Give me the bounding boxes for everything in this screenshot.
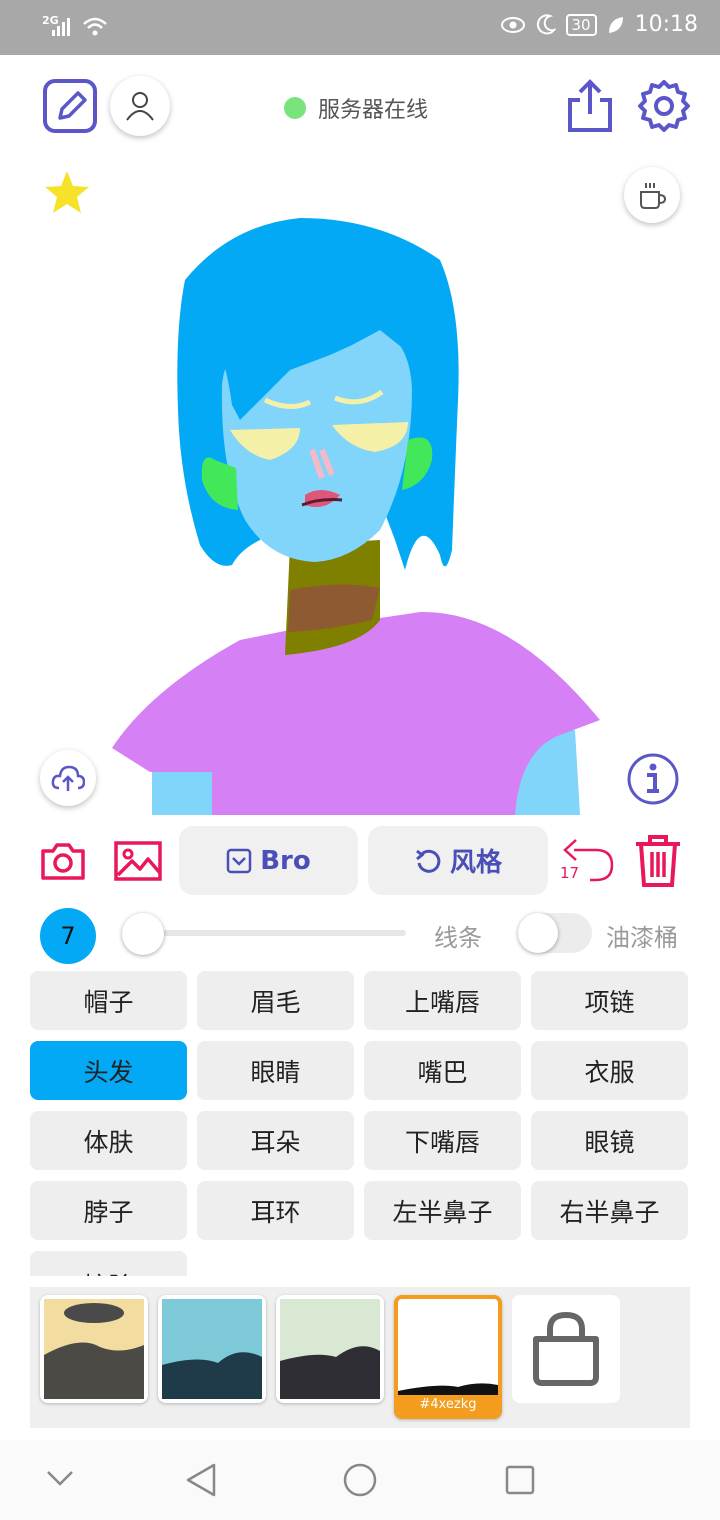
paint-bucket-toggle-thumb[interactable] [518,913,558,953]
undo-count: 17 [560,864,580,882]
part-erase-button[interactable]: 擦除 [30,1251,187,1276]
part-clothes-button[interactable]: 衣服 [531,1041,688,1100]
brush-size-badge: 7 [40,908,96,964]
brush-size-slider-thumb[interactable] [122,913,164,955]
part-eyes-button[interactable]: 眼睛 [197,1041,354,1100]
style-button[interactable]: 风格 [368,826,548,895]
status-bar: 2G 30 10:18 [0,0,720,55]
back-icon[interactable] [184,1462,218,1498]
favorite-button[interactable] [42,168,92,218]
share-button[interactable] [566,78,614,134]
server-status-dot [284,97,306,119]
info-icon [627,753,679,805]
cloud-upload-icon [51,765,85,791]
image-icon [114,841,162,881]
recents-icon[interactable] [504,1464,536,1496]
battery-level: 30 [565,13,597,36]
camera-icon [41,843,85,880]
server-status: 服务器在线 [284,92,428,124]
status-right: 30 10:18 [500,12,698,37]
part-left-nose-button[interactable]: 左半鼻子 [364,1181,521,1240]
line-mode-label: 线条 [434,924,482,952]
style-thumb-selected[interactable]: #4xezkg [394,1295,502,1419]
profile-button[interactable] [110,76,170,136]
upload-button[interactable] [40,750,96,806]
part-glasses-button[interactable]: 眼镜 [531,1111,688,1170]
user-icon [126,92,154,121]
delete-button[interactable] [632,832,684,888]
style-thumb-1[interactable] [40,1295,148,1403]
trash-icon [636,835,680,887]
eye-icon [500,16,525,33]
part-hat-button[interactable]: 帽子 [30,971,187,1030]
moon-icon [536,13,556,34]
mode-label: Bro [260,845,311,876]
paint-bucket-label: 油漆桶 [606,924,678,952]
gear-icon [638,80,690,132]
avatar-drawing [112,218,600,815]
style-preview-2 [162,1299,262,1399]
part-right-nose-button[interactable]: 右半鼻子 [531,1181,688,1240]
part-ears-button[interactable]: 耳朵 [197,1111,354,1170]
style-thumb-2[interactable] [158,1295,266,1403]
envelope-check-icon [226,848,252,873]
part-lower-lip-button[interactable]: 下嘴唇 [364,1111,521,1170]
part-grid: 帽子 眉毛 上嘴唇 项链 头发 眼睛 嘴巴 衣服 体肤 耳朵 下嘴唇 眼镜 脖子… [30,971,690,1276]
shopping-bag-icon [533,1311,599,1386]
style-preview-1 [44,1299,144,1399]
mode-button[interactable]: Bro [179,826,358,895]
camera-button[interactable] [40,838,86,884]
edit-button[interactable] [42,78,98,134]
part-mouth-button[interactable]: 嘴巴 [364,1041,521,1100]
navigation-bar [0,1440,720,1520]
coffee-icon [640,183,667,209]
undo-button[interactable]: 17 [560,834,616,886]
part-necklace-button[interactable]: 项链 [531,971,688,1030]
brush-size-slider[interactable] [140,930,406,936]
clock: 10:18 [634,12,698,37]
part-hair-button[interactable]: 头发 [30,1041,187,1100]
star-icon [45,171,89,213]
style-preview-4 [398,1299,498,1399]
part-skin-button[interactable]: 体肤 [30,1111,187,1170]
part-earrings-button[interactable]: 耳环 [197,1181,354,1240]
part-neck-button[interactable]: 脖子 [30,1181,187,1240]
leaf-icon [608,16,623,33]
style-tag: #4xezkg [398,1395,498,1415]
gallery-button[interactable] [114,838,162,884]
edit-icon [43,79,97,133]
coffee-button[interactable] [624,167,680,223]
style-thumb-3[interactable] [276,1295,384,1403]
style-strip: #4xezkg [30,1287,690,1428]
style-preview-3 [280,1299,380,1399]
chevron-down-icon[interactable] [46,1468,74,1488]
refresh-icon [416,849,441,873]
info-button[interactable] [626,752,680,806]
wifi-icon [83,17,107,36]
settings-button[interactable] [636,78,692,134]
part-eyebrows-button[interactable]: 眉毛 [197,971,354,1030]
server-status-label: 服务器在线 [318,98,429,123]
home-icon[interactable] [342,1462,378,1498]
style-shop-button[interactable] [512,1295,620,1403]
style-label: 风格 [449,848,502,878]
share-icon [568,79,612,132]
part-upper-lip-button[interactable]: 上嘴唇 [364,971,521,1030]
drawing-canvas[interactable] [0,150,720,815]
signal-icon [52,18,70,36]
